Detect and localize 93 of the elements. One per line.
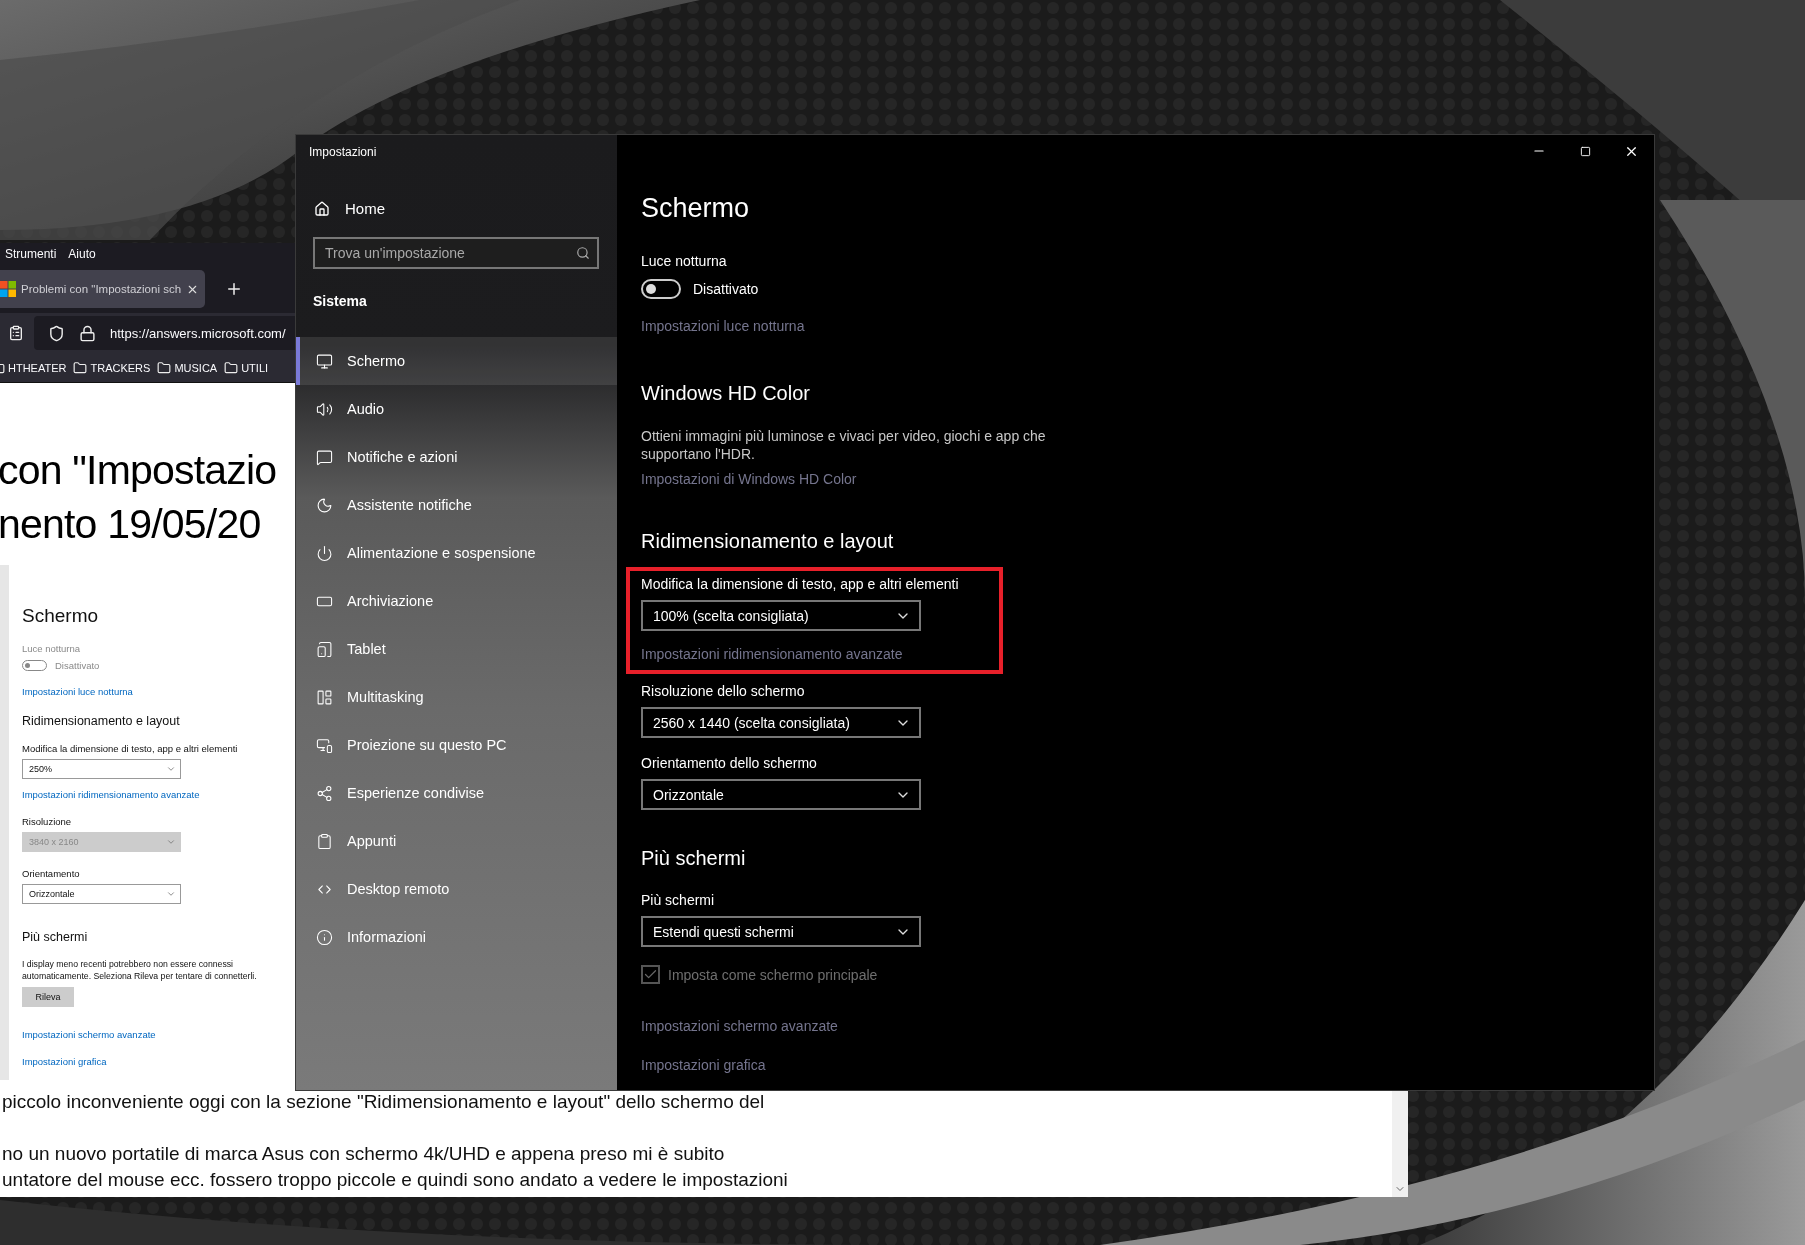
sidebar-item[interactable]: Esperienze condivise bbox=[296, 769, 617, 817]
page-title: Schermo bbox=[641, 193, 750, 224]
home-link[interactable]: Home bbox=[296, 200, 617, 217]
section-heading: Ridimensionamento e layout bbox=[22, 714, 180, 728]
home-icon bbox=[314, 200, 330, 217]
sidebar-item[interactable]: Notifiche e azioni bbox=[296, 433, 617, 481]
dropdown[interactable]: Orizzontale bbox=[22, 884, 181, 904]
speech-bubble-icon bbox=[316, 448, 333, 466]
chevron-down-icon bbox=[166, 837, 176, 847]
menu-item[interactable]: Aiuto bbox=[68, 247, 96, 261]
folder-icon bbox=[73, 360, 88, 375]
settings-link[interactable]: Impostazioni grafica bbox=[641, 1057, 766, 1073]
article-title: con "Impostazio bbox=[0, 446, 277, 495]
chevron-down-icon bbox=[166, 764, 176, 774]
field-label: Risoluzione dello schermo bbox=[641, 683, 805, 699]
sidebar-item[interactable]: Schermo bbox=[296, 337, 617, 385]
search-field[interactable]: Trova un'impostazione bbox=[313, 237, 599, 269]
sidebar-item[interactable]: Audio bbox=[296, 385, 617, 433]
shield-icon[interactable] bbox=[48, 324, 65, 342]
settings-link[interactable]: Impostazioni luce notturna bbox=[641, 318, 805, 334]
page-title: Schermo bbox=[22, 605, 99, 627]
address-field[interactable]: https://answers.microsoft.com/ bbox=[110, 325, 286, 341]
folder-icon bbox=[224, 360, 239, 375]
search-icon[interactable] bbox=[576, 246, 590, 260]
post-text: untatore del mouse ecc. fossero troppo piccole e quindi sono andato a vedere le impostazioni bbox=[1, 1168, 788, 1192]
panels-icon bbox=[316, 688, 333, 706]
info-paragraph: I display meno recenti potrebbero non essere connessi automaticamente. Seleziona Rileva per tentare di connetterli. bbox=[22, 958, 258, 982]
moon-icon bbox=[316, 496, 333, 514]
browser-tab[interactable]: Problemi con "Impostazioni sch bbox=[0, 270, 206, 308]
sidebar-item[interactable]: Alimentazione e sospensione bbox=[296, 529, 617, 577]
dropdown[interactable]: 2560 x 1440 (scelta consigliata) bbox=[641, 707, 921, 738]
clipboard-icon[interactable] bbox=[8, 325, 24, 341]
settings-link[interactable]: Impostazioni di Windows HD Color bbox=[641, 471, 857, 487]
bookmark[interactable]: TRACKERS bbox=[73, 360, 151, 375]
lock-icon[interactable] bbox=[79, 324, 96, 342]
clipboard-icon bbox=[316, 832, 333, 850]
section-heading: Windows HD Color bbox=[641, 382, 810, 405]
field-label: Risoluzione bbox=[22, 816, 72, 827]
section-title: Sistema bbox=[313, 293, 368, 309]
screens-icon bbox=[316, 736, 333, 754]
description: Ottieni immagini più luminose e vivaci per video, giochi e app che supportano l'HDR. bbox=[641, 427, 1047, 463]
network-icon bbox=[316, 784, 333, 802]
section-heading: Ridimensionamento e layout bbox=[641, 530, 894, 553]
sidebar-item[interactable]: Proiezione su questo PC bbox=[296, 721, 617, 769]
sidebar-item[interactable]: Desktop remoto bbox=[296, 865, 617, 913]
sidebar-item[interactable]: Informazioni bbox=[296, 913, 617, 961]
field-label: Orientamento bbox=[22, 868, 80, 879]
sidebar-item[interactable]: Multitasking bbox=[296, 673, 617, 721]
bookmark[interactable]: MUSICA bbox=[157, 360, 218, 375]
settings-link[interactable]: Impostazioni ridimensionamento avanzate bbox=[641, 646, 903, 662]
checkbox-label: Imposta come schermo principale bbox=[668, 966, 878, 983]
field-label: Modifica la dimensione di testo, app e altri elementi bbox=[22, 743, 238, 754]
sidebar-item[interactable]: Archiviazione bbox=[296, 577, 617, 625]
monitor-icon bbox=[316, 352, 333, 370]
section-heading: Più schermi bbox=[22, 930, 88, 944]
speaker-icon bbox=[316, 400, 333, 418]
field-label: Modifica la dimensione di testo, app e altri elementi bbox=[641, 576, 959, 592]
toggle-switch[interactable] bbox=[641, 279, 681, 299]
sidebar-item[interactable]: Assistente notifiche bbox=[296, 481, 617, 529]
info-icon bbox=[316, 928, 333, 946]
settings-link[interactable]: Impostazioni luce notturna bbox=[22, 686, 133, 697]
section-heading: Più schermi bbox=[641, 847, 746, 870]
detect-button[interactable]: Rileva bbox=[22, 987, 74, 1007]
menu-item[interactable]: Strumenti bbox=[5, 247, 57, 261]
bookmark[interactable]: UTILI bbox=[224, 360, 269, 375]
setting-label: Luce notturna bbox=[22, 643, 81, 654]
toggle-label: Disattivato bbox=[693, 281, 759, 297]
article-title: nento 19/05/20 bbox=[0, 500, 261, 549]
chevron-down-icon bbox=[166, 889, 176, 899]
field-label: Più schermi bbox=[641, 892, 715, 908]
tablet-icon bbox=[316, 640, 333, 658]
bookmark[interactable]: HTHEATER bbox=[0, 360, 67, 375]
sidebar-item[interactable]: Tablet bbox=[296, 625, 617, 673]
maximize-icon bbox=[1579, 145, 1591, 157]
post-text: no un nuovo portatile di marca Asus con schermo 4k/UHD e appena preso mi è subito bbox=[1, 1142, 725, 1166]
dropdown[interactable]: Estendi questi schermi bbox=[641, 916, 921, 947]
power-icon bbox=[316, 544, 333, 562]
settings-link[interactable]: Impostazioni grafica bbox=[22, 1056, 107, 1067]
scrollbar[interactable] bbox=[1392, 1089, 1408, 1197]
settings-link[interactable]: Impostazioni ridimensionamento avanzate bbox=[22, 789, 200, 800]
dropdown[interactable]: 250% bbox=[22, 759, 181, 779]
four-squares-icon bbox=[0, 281, 16, 297]
settings-link[interactable]: Impostazioni schermo avanzate bbox=[22, 1029, 156, 1040]
folder-icon bbox=[157, 360, 172, 375]
dropdown[interactable]: Orizzontale bbox=[641, 779, 921, 810]
window-title: Impostazioni bbox=[308, 144, 378, 161]
toggle-label: Disattivato bbox=[55, 660, 100, 671]
setting-label: Luce notturna bbox=[641, 253, 727, 269]
dropdown[interactable]: 100% (scelta consigliata) bbox=[641, 600, 921, 631]
sidebar-item[interactable]: Appunti bbox=[296, 817, 617, 865]
field-label: Orientamento dello schermo bbox=[641, 755, 817, 771]
settings-link[interactable]: Impostazioni schermo avanzate bbox=[641, 1018, 838, 1034]
post-text: piccolo inconveniente oggi con la sezione "Ridimensionamento e layout" dello schermo del bbox=[1, 1090, 765, 1114]
